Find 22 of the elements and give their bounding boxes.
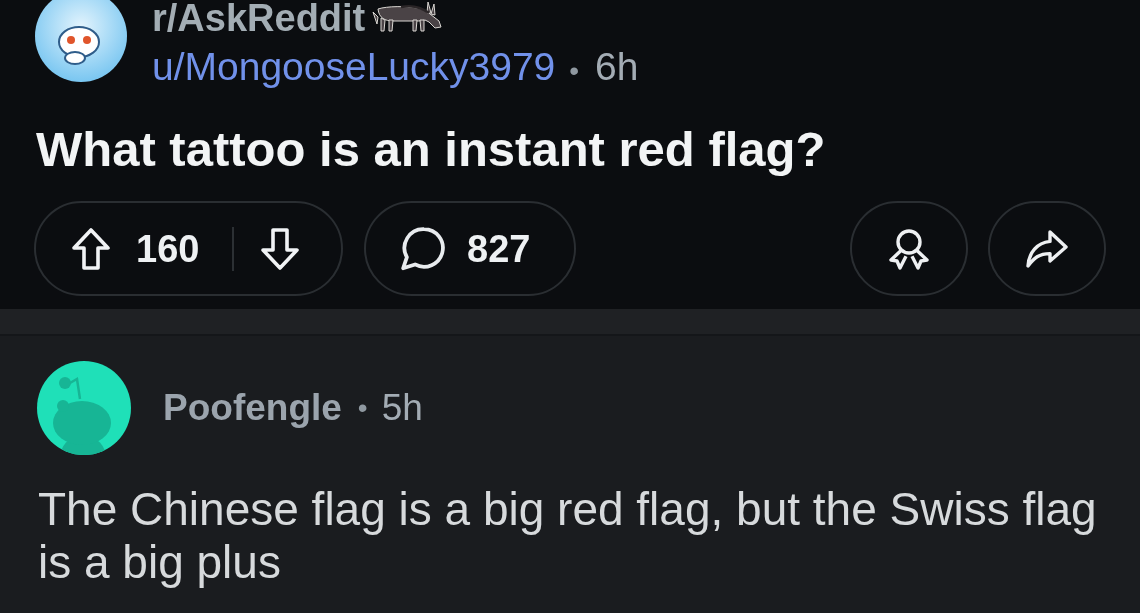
vote-score: 160 (136, 226, 200, 271)
comment-text: The Chinese flag is a big red flag, but the Swiss flag is a big plus (38, 483, 1098, 589)
post-age: 6h (595, 46, 639, 88)
avatar-icon (37, 361, 131, 455)
upvote-icon (71, 226, 111, 271)
award-icon (887, 226, 931, 271)
separator-dot: • (357, 392, 368, 424)
downvote-icon (260, 226, 301, 271)
comment-age: 5h (381, 387, 423, 429)
username-link[interactable]: u/MongooseLucky3979 (152, 46, 556, 88)
downvote-button[interactable] (260, 226, 301, 271)
separator-dot: • (569, 54, 580, 88)
upvote-button[interactable] (71, 226, 111, 271)
comments-button[interactable]: 827 (364, 201, 576, 296)
share-button[interactable] (988, 201, 1106, 296)
comment-icon (400, 225, 446, 272)
share-icon (1025, 228, 1069, 269)
avatar-icon (35, 0, 127, 82)
award-button[interactable] (850, 201, 968, 296)
subreddit-link[interactable]: r/AskReddit (152, 0, 366, 36)
post-title: What tattoo is an instant red flag? (36, 121, 827, 177)
comment-username[interactable]: Poofengle (163, 387, 342, 429)
